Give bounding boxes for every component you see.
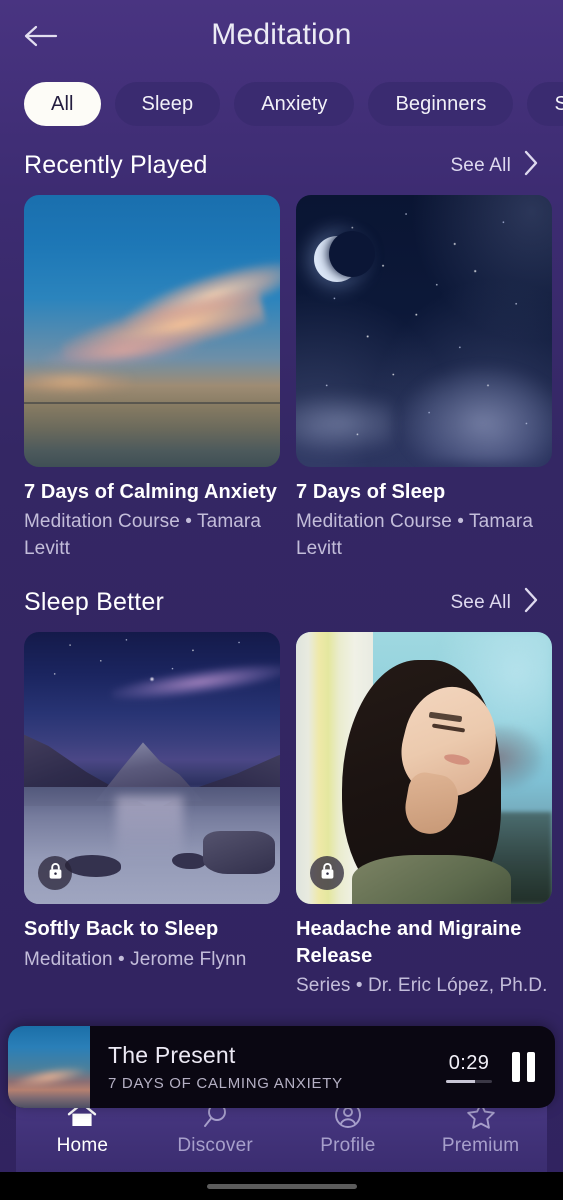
home-indicator[interactable] <box>206 1183 357 1189</box>
filter-chip-label: Beginners <box>395 93 487 115</box>
chevron-right-icon <box>523 150 539 181</box>
arrow-left-icon <box>23 24 59 48</box>
mini-player-meta: The Present 7 DAYS OF CALMING ANXIETY <box>90 1042 446 1092</box>
card-thumbnail[interactable] <box>296 195 552 467</box>
mini-player-artwork[interactable] <box>8 1026 90 1108</box>
filter-chip-stress[interactable]: Stress <box>527 82 563 126</box>
section-recently-played: Recently Played See All 7 Days of Calmin… <box>0 150 563 563</box>
card-softly-back-to-sleep[interactable]: Softly Back to Sleep Meditation • Jerome… <box>24 632 280 1000</box>
artwork-night-sky-crescent-moon <box>296 195 552 467</box>
section-sleep-better: Sleep Better See All Softly Back to Slee… <box>0 587 563 1000</box>
tab-profile[interactable]: Profile <box>282 1101 415 1157</box>
card-thumbnail[interactable] <box>24 195 280 467</box>
app-header: Meditation <box>0 0 563 70</box>
card-row[interactable]: 7 Days of Calming Anxiety Meditation Cou… <box>0 195 563 563</box>
home-indicator-area <box>0 1172 563 1200</box>
card-title: Headache and Migraine Release <box>296 918 522 967</box>
filter-chip-sleep[interactable]: Sleep <box>114 82 221 126</box>
tab-label: Profile <box>320 1135 376 1156</box>
page-title: Meditation <box>211 18 352 51</box>
pause-icon <box>512 1052 520 1082</box>
card-7-days-of-calming-anxiety[interactable]: 7 Days of Calming Anxiety Meditation Cou… <box>24 195 280 563</box>
card-headache-and-migraine-release[interactable]: Headache and Migraine Release Series • D… <box>296 632 552 1000</box>
section-title: Sleep Better <box>24 588 164 617</box>
tab-premium[interactable]: Premium <box>414 1101 547 1157</box>
mini-player-time-block: 0:29 <box>446 1052 492 1083</box>
lock-icon <box>48 862 63 885</box>
filter-chip-anxiety[interactable]: Anxiety <box>234 82 355 126</box>
artwork-sunset-sky-over-water <box>24 195 280 467</box>
pause-button[interactable] <box>512 1052 535 1082</box>
tab-discover[interactable]: Discover <box>149 1101 282 1157</box>
filter-chip-row[interactable]: All Sleep Anxiety Beginners Stress <box>0 70 563 126</box>
card-row[interactable]: Softly Back to Sleep Meditation • Jerome… <box>0 632 563 1000</box>
card-title: 7 Days of Calming Anxiety <box>24 481 277 503</box>
mini-player-controls: 0:29 <box>446 1052 555 1083</box>
chevron-right-icon <box>523 587 539 618</box>
card-subtitle: Meditation Course • Tamara Levitt <box>296 511 534 560</box>
card-subtitle: Meditation • Jerome Flynn <box>24 948 247 970</box>
card-title: 7 Days of Sleep <box>296 481 446 503</box>
filter-chip-label: Stress <box>554 93 563 115</box>
see-all-recently-played-button[interactable]: See All <box>450 150 539 181</box>
mini-player-subtitle: 7 DAYS OF CALMING ANXIETY <box>108 1074 343 1092</box>
mini-player-elapsed-time: 0:29 <box>448 1051 490 1074</box>
tab-label: Home <box>56 1135 109 1156</box>
card-7-days-of-sleep[interactable]: 7 Days of Sleep Meditation Course • Tama… <box>296 195 552 563</box>
tab-label: Discover <box>177 1135 253 1156</box>
see-all-sleep-better-button[interactable]: See All <box>450 587 539 618</box>
section-header: Sleep Better See All <box>0 587 563 618</box>
filter-chip-label: Anxiety <box>261 93 328 115</box>
card-thumbnail[interactable] <box>24 632 280 905</box>
filter-chip-beginners[interactable]: Beginners <box>368 82 514 126</box>
meditation-screen: Meditation All Sleep Anxiety Beginners S… <box>0 0 563 1200</box>
back-button[interactable] <box>18 16 64 56</box>
card-title: Softly Back to Sleep <box>24 918 219 941</box>
card-thumbnail[interactable] <box>296 632 552 905</box>
see-all-label: See All <box>450 591 511 613</box>
filter-chip-all[interactable]: All <box>24 82 101 126</box>
tab-label: Premium <box>441 1135 520 1156</box>
see-all-label: See All <box>450 154 511 176</box>
tab-home[interactable]: Home <box>16 1101 149 1157</box>
mini-player-title: The Present <box>108 1042 236 1069</box>
filter-chip-label: Sleep <box>141 93 194 115</box>
section-header: Recently Played See All <box>0 150 563 181</box>
card-subtitle: Meditation Course • Tamara Levitt <box>24 511 262 560</box>
mini-player-progress-bar[interactable] <box>446 1079 492 1083</box>
lock-icon <box>320 862 335 885</box>
filter-chip-label: All <box>51 93 74 115</box>
card-subtitle: Series • Dr. Eric López, Ph.D. <box>296 975 548 997</box>
section-title: Recently Played <box>24 151 208 179</box>
artwork-sunset-sky-over-water <box>8 1026 90 1108</box>
mini-player[interactable]: The Present 7 DAYS OF CALMING ANXIETY 0:… <box>8 1026 555 1108</box>
